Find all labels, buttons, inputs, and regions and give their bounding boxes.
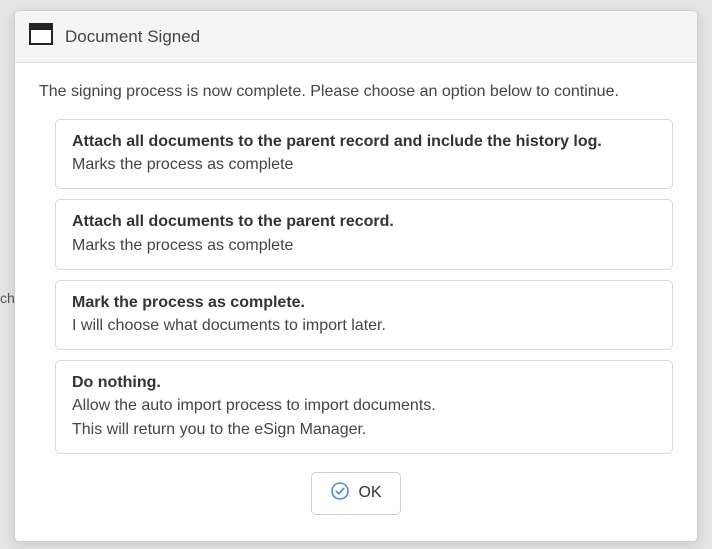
dialog-footer: OK <box>39 472 673 515</box>
option-desc: Marks the process as complete <box>72 234 656 257</box>
option-title: Do nothing. <box>72 371 656 394</box>
option-title: Mark the process as complete. <box>72 291 656 314</box>
dialog-header: Document Signed <box>15 11 697 63</box>
dialog-body: The signing process is now complete. Ple… <box>15 63 697 541</box>
ok-button-label: OK <box>358 484 381 502</box>
background-text-fragment: ch <box>0 290 15 306</box>
option-do-nothing[interactable]: Do nothing. Allow the auto import proces… <box>55 360 673 454</box>
dialog-title: Document Signed <box>65 27 200 47</box>
options-list: Attach all documents to the parent recor… <box>39 119 673 454</box>
option-attach-all[interactable]: Attach all documents to the parent recor… <box>55 199 673 269</box>
option-desc: Marks the process as complete <box>72 153 656 176</box>
window-icon <box>29 23 53 50</box>
check-circle-icon <box>330 481 350 506</box>
dialog-intro-text: The signing process is now complete. Ple… <box>39 83 673 101</box>
option-attach-with-history[interactable]: Attach all documents to the parent recor… <box>55 119 673 189</box>
option-mark-complete[interactable]: Mark the process as complete. I will cho… <box>55 280 673 350</box>
option-desc: I will choose what documents to import l… <box>72 314 656 337</box>
option-title: Attach all documents to the parent recor… <box>72 210 656 233</box>
option-title: Attach all documents to the parent recor… <box>72 130 656 153</box>
option-desc: Allow the auto import process to import … <box>72 394 656 440</box>
document-signed-dialog: Document Signed The signing process is n… <box>14 10 698 542</box>
ok-button[interactable]: OK <box>311 472 400 515</box>
